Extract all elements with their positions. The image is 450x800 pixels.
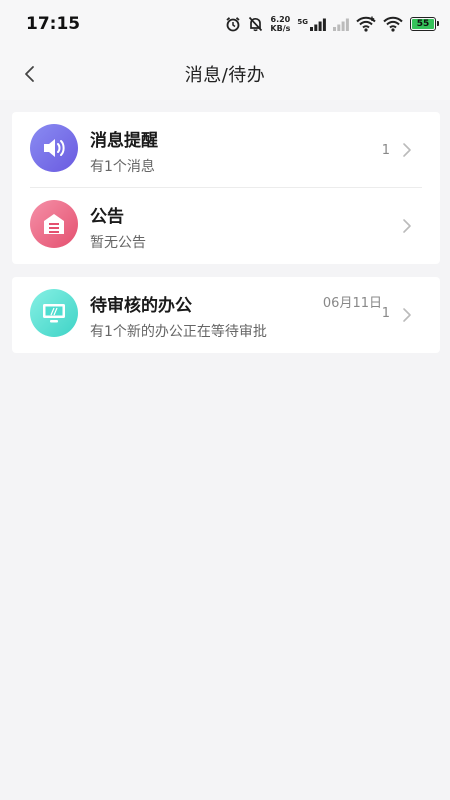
- speaker-icon: [30, 124, 78, 172]
- announcement-title: 公告: [90, 207, 124, 227]
- computer-icon: [30, 289, 78, 337]
- chevron-right-icon: [403, 308, 411, 322]
- announcement-icon: [30, 200, 78, 248]
- chevron-right-icon: [403, 143, 411, 157]
- wifi-plus-icon: [356, 16, 376, 32]
- signal-5g: 5G: [297, 18, 326, 31]
- pending-office-count: 1: [381, 306, 390, 321]
- alarm-icon: [225, 16, 241, 32]
- signal-bars-icon: [310, 18, 326, 31]
- battery-icon: 55: [410, 17, 439, 31]
- battery-level: 55: [412, 19, 434, 29]
- announcement-subtitle: 暂无公告: [90, 235, 146, 251]
- pending-office-title: 待审核的办公: [90, 296, 192, 316]
- wifi-icon: [383, 16, 403, 32]
- network-type: 5G: [297, 17, 308, 26]
- chevron-left-icon: [25, 66, 34, 82]
- message-reminder-title: 消息提醒: [90, 131, 158, 151]
- message-reminder-count: 1: [381, 143, 390, 158]
- nav-bar: 消息/待办: [0, 48, 450, 100]
- messages-card: 消息提醒 有1个消息 1 公告 暂无公告: [12, 112, 440, 264]
- message-reminder-subtitle: 有1个消息: [90, 159, 155, 175]
- list-item-pending-office[interactable]: 待审核的办公 有1个新的办公正在等待审批 06月11日 1: [12, 277, 440, 353]
- mute-bell-icon: [248, 16, 263, 32]
- page-title: 消息/待办: [184, 65, 266, 86]
- list-item-announcement[interactable]: 公告 暂无公告: [12, 188, 440, 264]
- status-time: 17:15: [26, 14, 81, 34]
- list-item-message-reminder[interactable]: 消息提醒 有1个消息 1: [12, 112, 440, 188]
- todo-card: 待审核的办公 有1个新的办公正在等待审批 06月11日 1: [12, 277, 440, 353]
- status-icons: 6.20 KB/s 5G 55: [225, 15, 439, 33]
- pending-office-date: 06月11日: [322, 296, 382, 311]
- chevron-right-icon: [403, 219, 411, 233]
- net-speed: 6.20 KB/s: [270, 15, 290, 33]
- net-speed-unit: KB/s: [270, 24, 291, 33]
- net-speed-value: 6.20: [270, 15, 291, 24]
- status-bar: 17:15 6.20 KB/s 5G 55: [0, 0, 450, 48]
- back-button[interactable]: [14, 58, 46, 90]
- pending-office-subtitle: 有1个新的办公正在等待审批: [90, 324, 267, 340]
- signal-bars-weak-icon: [333, 18, 349, 31]
